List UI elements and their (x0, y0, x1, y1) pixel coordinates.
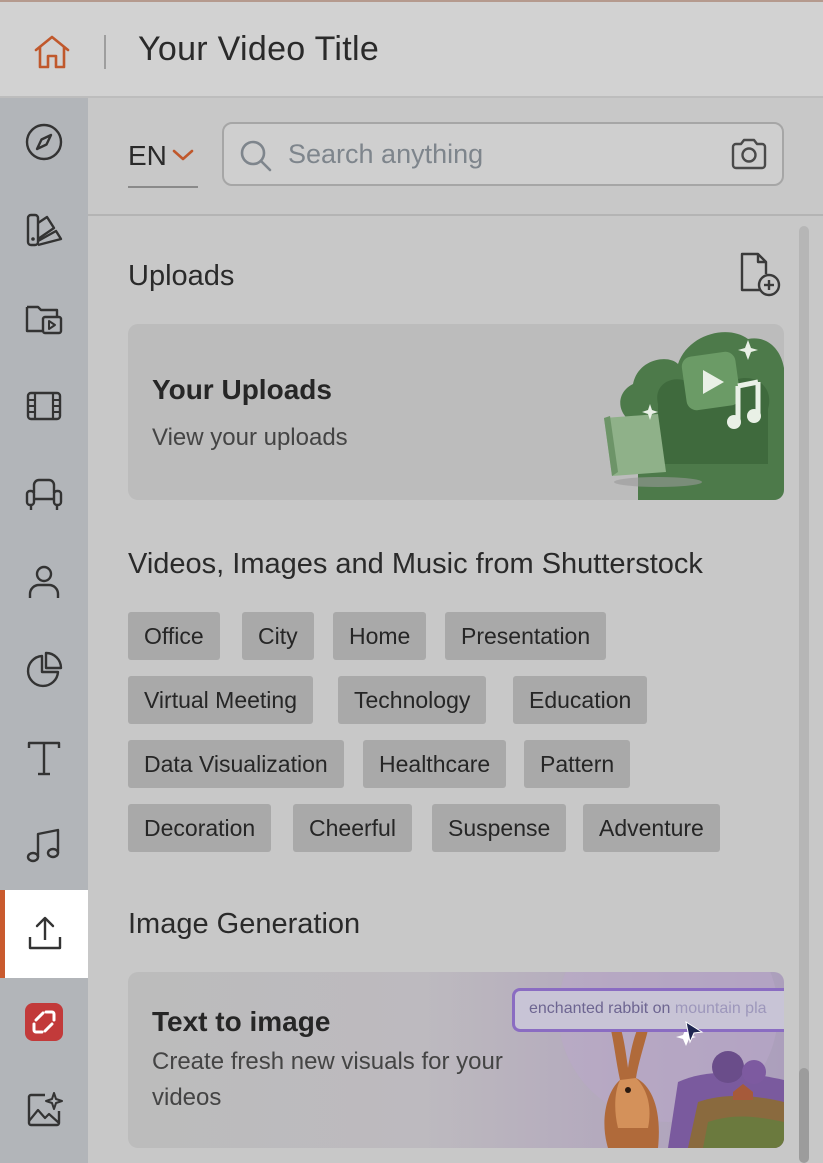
top-bar: Your Video Title (0, 0, 823, 98)
pie-chart-icon (26, 651, 63, 688)
music-note-icon (26, 828, 60, 863)
search-icon (240, 140, 272, 172)
tag-education[interactable]: Education (513, 676, 648, 724)
rail-item-video[interactable] (0, 362, 88, 450)
tag-healthcare[interactable]: Healthcare (363, 740, 507, 788)
prompt-text-dark: enchanted rabbit on (529, 1000, 671, 1017)
language-selector[interactable]: EN (128, 136, 198, 188)
rail-item-brand-kit[interactable] (0, 186, 88, 274)
prompt-preview-text: enchanted rabbit on mountain pla (529, 1000, 767, 1018)
video-title[interactable]: Your Video Title (138, 30, 379, 69)
rail-item-text[interactable] (0, 714, 88, 802)
folder-play-icon (25, 305, 63, 335)
image-sparkle-icon (27, 1092, 63, 1127)
rail-item-app[interactable] (0, 978, 88, 1066)
left-rail (0, 98, 90, 1163)
search-input[interactable] (288, 134, 708, 174)
uploads-heading: Uploads (128, 260, 235, 292)
text-to-image-title: Text to image (152, 1006, 331, 1037)
rail-item-audio[interactable] (0, 802, 88, 890)
palette-icon (26, 213, 63, 247)
rail-item-characters[interactable] (0, 538, 88, 626)
armchair-icon (25, 478, 63, 510)
tag-virtual-meeting[interactable]: Virtual Meeting (128, 676, 313, 724)
panel-divider (88, 214, 823, 216)
text-to-image-subtitle: Create fresh new visuals for your videos (152, 1048, 503, 1111)
tag-cheerful[interactable]: Cheerful (293, 804, 412, 852)
cursor-icon (685, 1020, 704, 1044)
person-icon (28, 565, 60, 598)
scrollbar-thumb[interactable] (799, 1068, 809, 1163)
scrollbar-track[interactable] (799, 226, 809, 1161)
your-uploads-subtitle: View your uploads (152, 424, 348, 451)
prompt-text-faded: mountain pla (670, 1000, 767, 1017)
tag-presentation[interactable]: Presentation (445, 612, 607, 660)
prompt-input-preview: enchanted rabbit on mountain pla (512, 988, 784, 1032)
rail-item-media-folder[interactable] (0, 274, 88, 362)
tag-home[interactable]: Home (333, 612, 427, 660)
tag-adventure[interactable]: Adventure (583, 804, 720, 852)
assets-panel: EN Uploads Your Uploads View your upload… (88, 98, 823, 1163)
compass-icon (25, 123, 63, 161)
tag-office[interactable]: Office (128, 612, 220, 660)
film-icon (26, 391, 62, 421)
tag-pattern[interactable]: Pattern (524, 740, 631, 788)
tag-decoration[interactable]: Decoration (128, 804, 272, 852)
rail-item-explore[interactable] (0, 98, 88, 186)
top-divider (104, 35, 106, 69)
search-bar (222, 122, 784, 186)
home-icon (34, 35, 70, 69)
text-icon (27, 741, 61, 776)
red-app-icon (25, 1003, 63, 1041)
tag-data-visualization[interactable]: Data Visualization (128, 740, 344, 788)
tag-technology[interactable]: Technology (338, 676, 487, 724)
language-code: EN (128, 140, 167, 171)
add-file-icon[interactable] (736, 250, 784, 300)
your-uploads-title: Your Uploads (152, 374, 332, 405)
tag-city[interactable]: City (242, 612, 314, 660)
shutterstock-heading: Videos, Images and Music from Shuttersto… (128, 548, 703, 580)
text-to-image-card[interactable]: Text to image Create fresh new visuals f… (128, 972, 784, 1148)
home-button[interactable] (30, 30, 74, 74)
your-uploads-card[interactable]: Your Uploads View your uploads (128, 324, 784, 500)
rail-item-ai-image[interactable] (0, 1066, 88, 1154)
rail-item-uploads[interactable] (0, 890, 90, 978)
camera-icon[interactable] (730, 137, 768, 171)
upload-icon (28, 916, 62, 950)
image-generation-heading: Image Generation (128, 908, 361, 940)
uploads-cloud-illustration (604, 332, 784, 500)
chevron-down-icon (172, 149, 194, 161)
rail-item-charts[interactable] (0, 626, 88, 714)
rail-item-props[interactable] (0, 450, 88, 538)
tag-suspense[interactable]: Suspense (432, 804, 567, 852)
